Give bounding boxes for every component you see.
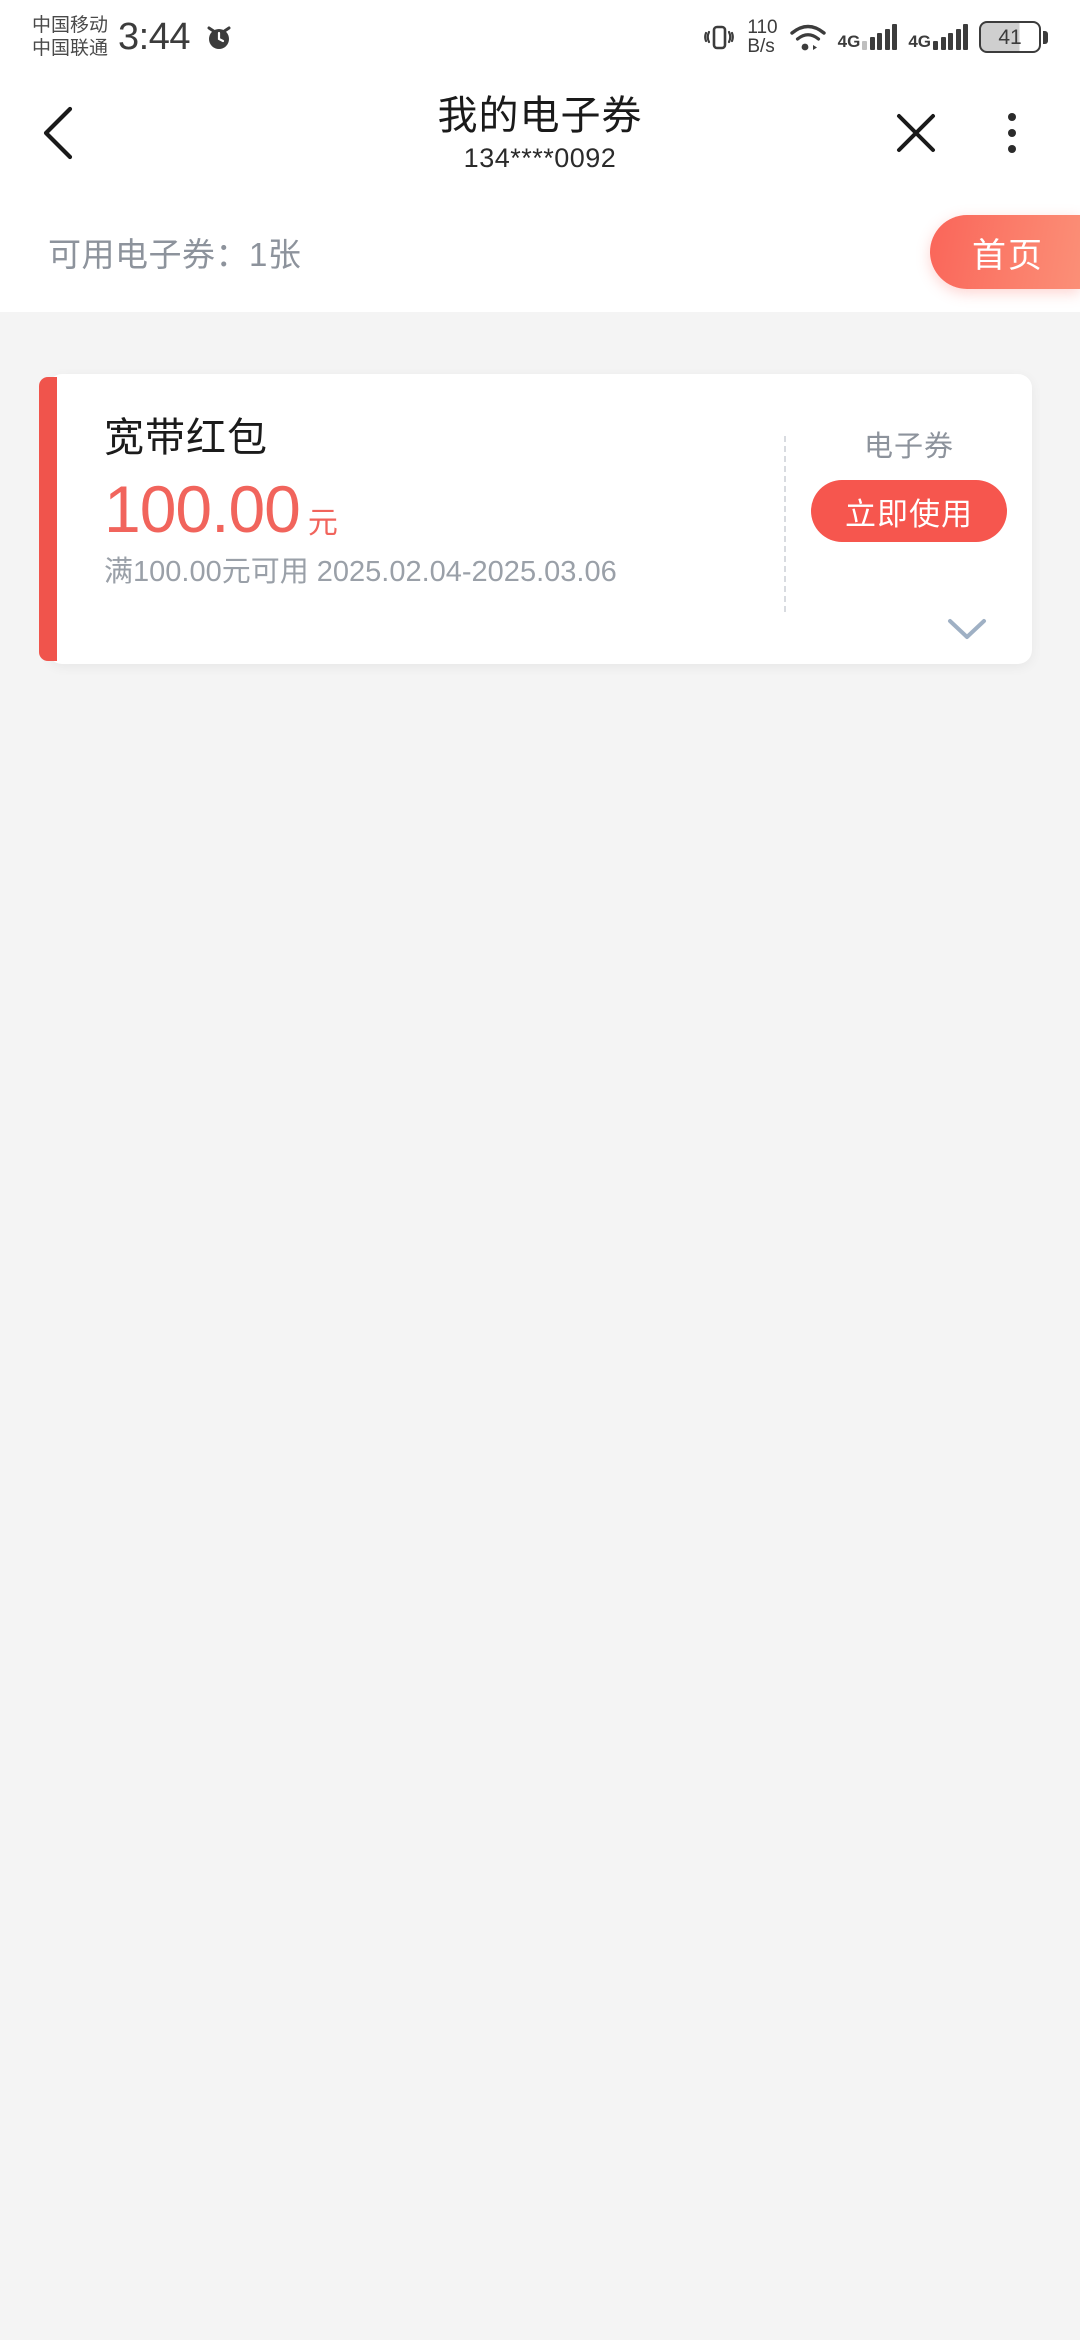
signal-2-label: 4G	[908, 32, 931, 51]
signal-1-bars	[862, 24, 898, 50]
chevron-down-icon	[948, 619, 986, 639]
use-now-button-label: 立即使用	[845, 496, 973, 532]
coupon-amount: 100.00	[104, 472, 301, 546]
available-coupons-bar: 可用电子券：1张 首页	[0, 192, 1080, 312]
signal-indicator-1: 4G	[838, 24, 898, 50]
page-title: 我的电子券	[437, 94, 643, 138]
status-bar-right: 110 B/s 4G 4G 41	[702, 18, 1048, 56]
more-vertical-icon	[1008, 113, 1016, 153]
expand-details-button[interactable]	[946, 616, 988, 642]
chevron-left-icon	[43, 106, 73, 160]
signal-1-label: 4G	[837, 32, 861, 51]
carrier-names: 中国移动 中国联通	[32, 14, 108, 60]
network-speed-unit: B/s	[747, 36, 775, 57]
coupon-condition-and-validity: 满100.00元可用 2025.02.04-2025.03.06	[104, 556, 617, 588]
use-now-button[interactable]: 立即使用	[811, 480, 1007, 542]
battery-icon: 41	[979, 21, 1048, 53]
coupon-title: 宽带红包	[104, 416, 268, 460]
page-subtitle-phone: 134****0092	[463, 143, 617, 173]
coupon-amount-unit: 元	[307, 507, 338, 540]
status-bar: 中国移动 中国联通 3:44 110 B/s 4G 4G 41	[0, 0, 1080, 74]
home-button[interactable]: 首页	[930, 215, 1080, 289]
wifi-icon	[789, 22, 827, 52]
available-coupons-text: 可用电子券：1张	[48, 236, 302, 273]
close-icon	[897, 114, 935, 152]
back-button[interactable]	[0, 74, 120, 192]
status-bar-left: 中国移动 中国联通 3:44	[32, 14, 234, 60]
coupon-info: 宽带红包 100.00 元 满100.00元可用 2025.02.04-2025…	[48, 374, 784, 664]
phone-screen: 中国移动 中国联通 3:44 110 B/s 4G 4G 41 我的电子券 13…	[0, 0, 1080, 2340]
status-bar-clock: 3:44	[118, 16, 190, 58]
coupon-type-label: 电子券	[863, 431, 954, 463]
battery-level-label: 41	[998, 25, 1022, 49]
vibrate-icon	[702, 20, 736, 54]
network-speed-indicator: 110 B/s	[747, 18, 777, 56]
coupon-amount-row: 100.00 元	[104, 472, 784, 546]
coupon-card[interactable]: 宽带红包 100.00 元 满100.00元可用 2025.02.04-2025…	[39, 374, 1032, 664]
nav-actions	[870, 74, 1080, 192]
signal-2-bars	[933, 24, 968, 50]
carrier-primary: 中国移动	[32, 15, 109, 36]
signal-indicator-2: 4G	[908, 24, 968, 50]
carrier-secondary: 中国联通	[32, 38, 109, 59]
alarm-clock-icon	[204, 22, 234, 52]
navigation-bar: 我的电子券 134****0092	[0, 74, 1080, 192]
coupon-action-area: 电子券 立即使用	[786, 374, 1032, 664]
home-button-label: 首页	[972, 236, 1044, 275]
close-button[interactable]	[870, 74, 962, 192]
more-options-button[interactable]	[966, 74, 1058, 192]
coupon-list: 宽带红包 100.00 元 满100.00元可用 2025.02.04-2025…	[0, 312, 1080, 2340]
network-speed-value: 110	[747, 17, 778, 38]
